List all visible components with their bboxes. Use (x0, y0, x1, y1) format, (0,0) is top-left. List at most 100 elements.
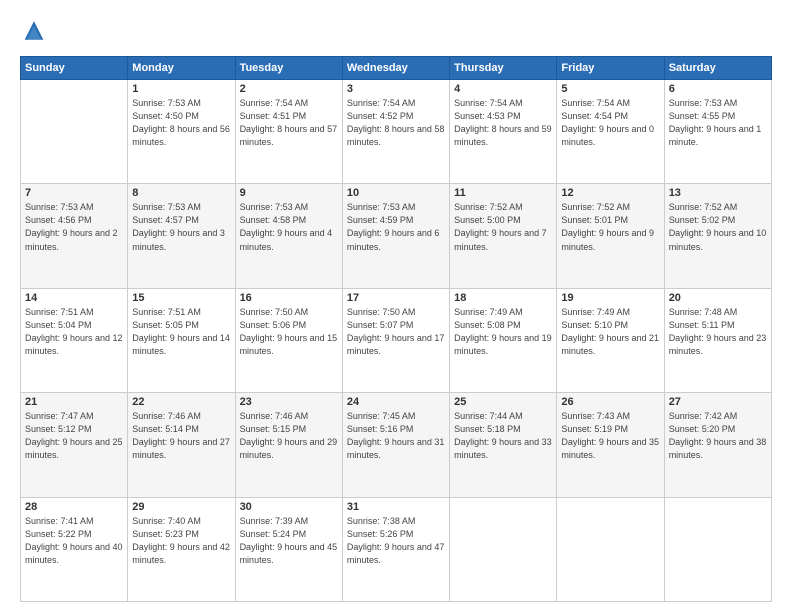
day-info: Sunrise: 7:46 AMSunset: 5:15 PMDaylight:… (240, 410, 338, 462)
day-number: 29 (132, 501, 230, 513)
day-info: Sunrise: 7:39 AMSunset: 5:24 PMDaylight:… (240, 515, 338, 567)
calendar-cell (21, 80, 128, 184)
day-number: 9 (240, 187, 338, 199)
week-row-3: 14 Sunrise: 7:51 AMSunset: 5:04 PMDayligh… (21, 288, 772, 392)
day-header-wednesday: Wednesday (342, 57, 449, 80)
day-info: Sunrise: 7:51 AMSunset: 5:05 PMDaylight:… (132, 306, 230, 358)
day-number: 25 (454, 396, 552, 408)
day-number: 30 (240, 501, 338, 513)
day-info: Sunrise: 7:53 AMSunset: 4:55 PMDaylight:… (669, 97, 767, 149)
calendar-cell: 11Sunrise: 7:52 AMSunset: 5:00 PMDayligh… (450, 184, 557, 288)
day-info: Sunrise: 7:42 AMSunset: 5:20 PMDaylight:… (669, 410, 767, 462)
day-info: Sunrise: 7:49 AMSunset: 5:10 PMDaylight:… (561, 306, 659, 358)
calendar-cell: 21Sunrise: 7:47 AMSunset: 5:12 PMDayligh… (21, 393, 128, 497)
calendar-cell: 1 Sunrise: 7:53 AMSunset: 4:50 PMDaylight… (128, 80, 235, 184)
calendar-cell: 28 Sunrise: 7:41 AMSunset: 5:22 PMDayligh… (21, 497, 128, 601)
week-row-5: 28 Sunrise: 7:41 AMSunset: 5:22 PMDayligh… (21, 497, 772, 601)
day-info: Sunrise: 7:53 AMSunset: 4:58 PMDaylight:… (240, 201, 338, 253)
day-number: 18 (454, 292, 552, 304)
day-number: 14 (25, 292, 123, 304)
day-info: Sunrise: 7:53 AMSunset: 4:57 PMDaylight:… (132, 201, 230, 253)
day-number: 24 (347, 396, 445, 408)
day-info: Sunrise: 7:54 AMSunset: 4:51 PMDaylight:… (240, 97, 338, 149)
day-number: 23 (240, 396, 338, 408)
calendar: SundayMondayTuesdayWednesdayThursdayFrid… (20, 56, 772, 602)
calendar-cell: 31 Sunrise: 7:38 AMSunset: 5:26 PMDayligh… (342, 497, 449, 601)
calendar-cell: 23 Sunrise: 7:46 AMSunset: 5:15 PMDayligh… (235, 393, 342, 497)
day-number: 17 (347, 292, 445, 304)
day-info: Sunrise: 7:40 AMSunset: 5:23 PMDaylight:… (132, 515, 230, 567)
calendar-cell: 3Sunrise: 7:54 AMSunset: 4:52 PMDaylight… (342, 80, 449, 184)
calendar-cell (450, 497, 557, 601)
day-info: Sunrise: 7:54 AMSunset: 4:52 PMDaylight:… (347, 97, 445, 149)
calendar-cell (664, 497, 771, 601)
logo (20, 18, 52, 46)
day-header-thursday: Thursday (450, 57, 557, 80)
calendar-cell (557, 497, 664, 601)
day-header-sunday: Sunday (21, 57, 128, 80)
day-info: Sunrise: 7:38 AMSunset: 5:26 PMDaylight:… (347, 515, 445, 567)
day-info: Sunrise: 7:50 AMSunset: 5:06 PMDaylight:… (240, 306, 338, 358)
day-info: Sunrise: 7:50 AMSunset: 5:07 PMDaylight:… (347, 306, 445, 358)
day-number: 19 (561, 292, 659, 304)
calendar-cell: 17 Sunrise: 7:50 AMSunset: 5:07 PMDayligh… (342, 288, 449, 392)
calendar-cell: 22 Sunrise: 7:46 AMSunset: 5:14 PMDayligh… (128, 393, 235, 497)
day-header-saturday: Saturday (664, 57, 771, 80)
day-info: Sunrise: 7:48 AMSunset: 5:11 PMDaylight:… (669, 306, 767, 358)
day-number: 13 (669, 187, 767, 199)
calendar-cell: 16 Sunrise: 7:50 AMSunset: 5:06 PMDayligh… (235, 288, 342, 392)
calendar-cell: 9 Sunrise: 7:53 AMSunset: 4:58 PMDaylight… (235, 184, 342, 288)
calendar-cell: 14 Sunrise: 7:51 AMSunset: 5:04 PMDayligh… (21, 288, 128, 392)
page: SundayMondayTuesdayWednesdayThursdayFrid… (0, 0, 792, 612)
day-info: Sunrise: 7:51 AMSunset: 5:04 PMDaylight:… (25, 306, 123, 358)
day-number: 12 (561, 187, 659, 199)
day-info: Sunrise: 7:53 AMSunset: 4:56 PMDaylight:… (25, 201, 123, 253)
day-number: 11 (454, 187, 552, 199)
logo-icon (20, 18, 48, 46)
day-number: 26 (561, 396, 659, 408)
calendar-cell: 6 Sunrise: 7:53 AMSunset: 4:55 PMDaylight… (664, 80, 771, 184)
day-number: 21 (25, 396, 123, 408)
header (20, 18, 772, 46)
day-number: 31 (347, 501, 445, 513)
calendar-cell: 30 Sunrise: 7:39 AMSunset: 5:24 PMDayligh… (235, 497, 342, 601)
day-number: 27 (669, 396, 767, 408)
day-info: Sunrise: 7:52 AMSunset: 5:01 PMDaylight:… (561, 201, 659, 253)
calendar-cell: 15 Sunrise: 7:51 AMSunset: 5:05 PMDayligh… (128, 288, 235, 392)
calendar-cell: 12 Sunrise: 7:52 AMSunset: 5:01 PMDayligh… (557, 184, 664, 288)
day-number: 1 (132, 83, 230, 95)
day-number: 7 (25, 187, 123, 199)
day-info: Sunrise: 7:52 AMSunset: 5:02 PMDaylight:… (669, 201, 767, 253)
day-header-friday: Friday (557, 57, 664, 80)
calendar-cell: 10 Sunrise: 7:53 AMSunset: 4:59 PMDayligh… (342, 184, 449, 288)
calendar-cell: 5 Sunrise: 7:54 AMSunset: 4:54 PMDaylight… (557, 80, 664, 184)
day-info: Sunrise: 7:41 AMSunset: 5:22 PMDaylight:… (25, 515, 123, 567)
day-info: Sunrise: 7:53 AMSunset: 4:50 PMDaylight:… (132, 97, 230, 149)
day-number: 28 (25, 501, 123, 513)
day-number: 22 (132, 396, 230, 408)
day-info: Sunrise: 7:43 AMSunset: 5:19 PMDaylight:… (561, 410, 659, 462)
calendar-cell: 26 Sunrise: 7:43 AMSunset: 5:19 PMDayligh… (557, 393, 664, 497)
day-info: Sunrise: 7:49 AMSunset: 5:08 PMDaylight:… (454, 306, 552, 358)
day-info: Sunrise: 7:53 AMSunset: 4:59 PMDaylight:… (347, 201, 445, 253)
week-row-1: 1 Sunrise: 7:53 AMSunset: 4:50 PMDaylight… (21, 80, 772, 184)
day-number: 6 (669, 83, 767, 95)
day-info: Sunrise: 7:45 AMSunset: 5:16 PMDaylight:… (347, 410, 445, 462)
day-number: 15 (132, 292, 230, 304)
day-header-tuesday: Tuesday (235, 57, 342, 80)
calendar-header-row: SundayMondayTuesdayWednesdayThursdayFrid… (21, 57, 772, 80)
week-row-2: 7 Sunrise: 7:53 AMSunset: 4:56 PMDaylight… (21, 184, 772, 288)
calendar-cell: 25Sunrise: 7:44 AMSunset: 5:18 PMDayligh… (450, 393, 557, 497)
day-number: 16 (240, 292, 338, 304)
calendar-cell: 29 Sunrise: 7:40 AMSunset: 5:23 PMDayligh… (128, 497, 235, 601)
day-number: 2 (240, 83, 338, 95)
calendar-cell: 20Sunrise: 7:48 AMSunset: 5:11 PMDayligh… (664, 288, 771, 392)
day-info: Sunrise: 7:46 AMSunset: 5:14 PMDaylight:… (132, 410, 230, 462)
day-number: 8 (132, 187, 230, 199)
day-info: Sunrise: 7:54 AMSunset: 4:54 PMDaylight:… (561, 97, 659, 149)
calendar-cell: 18 Sunrise: 7:49 AMSunset: 5:08 PMDayligh… (450, 288, 557, 392)
calendar-cell: 24 Sunrise: 7:45 AMSunset: 5:16 PMDayligh… (342, 393, 449, 497)
calendar-cell: 19 Sunrise: 7:49 AMSunset: 5:10 PMDayligh… (557, 288, 664, 392)
day-number: 10 (347, 187, 445, 199)
day-number: 5 (561, 83, 659, 95)
